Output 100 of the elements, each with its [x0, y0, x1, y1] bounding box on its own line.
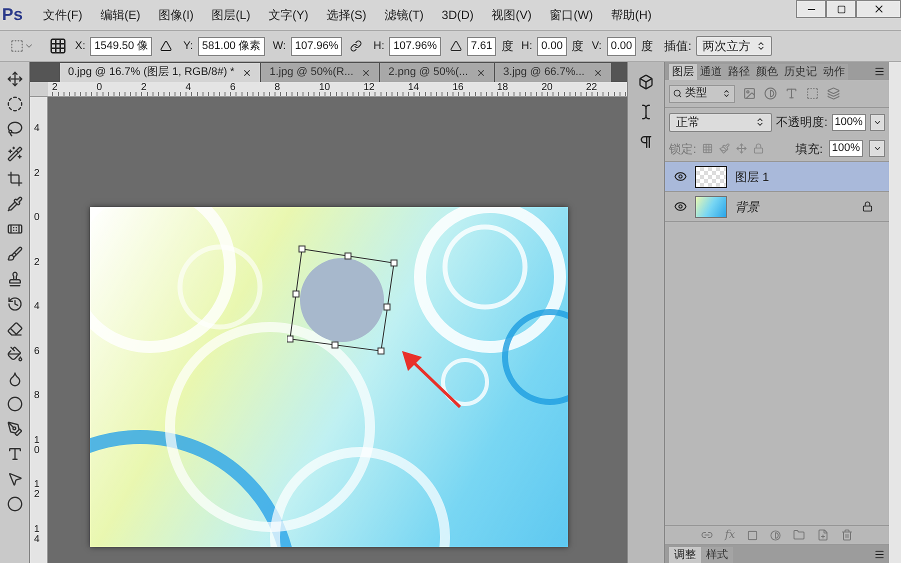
panel-tab[interactable]: 通道	[697, 64, 725, 80]
menu-item[interactable]: 选择(S)	[317, 6, 376, 24]
ruler-number: 14	[34, 524, 40, 546]
panel-tab[interactable]: 图层	[669, 64, 697, 80]
document-tab[interactable]: 0.jpg @ 16.7% (图层 1, RGB/8#) *	[60, 63, 260, 82]
ruler-number: 0	[34, 213, 40, 225]
filter-dropdown[interactable]: 类型	[669, 84, 735, 102]
layer-name: 图层 1	[735, 168, 770, 186]
ruler-number: 10	[34, 436, 40, 458]
menu-item[interactable]: 编辑(E)	[91, 6, 150, 24]
ruler-number: 2	[52, 82, 59, 95]
menu-item[interactable]: 文件(F)	[34, 6, 92, 24]
visibility-eye-icon[interactable]	[674, 170, 686, 183]
panel-tab[interactable]: 路径	[725, 64, 753, 80]
ruler-number: 4	[34, 302, 40, 314]
caret-icon	[872, 144, 882, 153]
transparent-thumbnail	[695, 166, 727, 188]
layer-row[interactable]: 图层 1	[665, 162, 889, 192]
panel-menu-icon[interactable]	[874, 66, 885, 77]
ruler-number: 16	[452, 82, 465, 95]
scrollbar[interactable]	[889, 62, 901, 563]
angle-icon	[450, 40, 462, 52]
menu-item[interactable]: 窗口(W)	[540, 6, 602, 24]
maximize-icon	[836, 4, 846, 14]
value-field[interactable]: 107.96%	[290, 36, 342, 56]
field-label: W:	[272, 38, 286, 54]
close-icon	[872, 3, 884, 15]
field-label: X:	[75, 38, 86, 54]
ruler-number: 12	[364, 82, 376, 95]
value-field[interactable]: 7.61	[466, 36, 496, 56]
ruler-number: 18	[497, 82, 510, 95]
paragraph-icon[interactable]	[638, 134, 654, 150]
menu-item[interactable]: 图像(I)	[149, 6, 203, 24]
ruler-number: 8	[274, 82, 282, 95]
value-field[interactable]: 0.00	[537, 36, 567, 56]
arrow	[400, 349, 462, 409]
ruler-number: 2	[34, 168, 40, 180]
ruler-number: 2	[34, 258, 40, 270]
value-field[interactable]: 0.00	[606, 36, 636, 56]
visibility-eye-icon[interactable]	[674, 200, 686, 213]
app-logo: Ps	[1, 4, 24, 26]
maximize-button[interactable]	[826, 0, 856, 18]
ruler-number: 4	[34, 124, 40, 136]
close-tab-icon[interactable]	[361, 68, 372, 78]
fill-dropdown-button[interactable]	[869, 140, 885, 157]
document-tab[interactable]: 1.jpg @ 50%(R...	[261, 63, 380, 82]
close-tab-icon[interactable]	[592, 68, 603, 78]
close-tab-icon[interactable]	[242, 68, 252, 78]
panel-tab[interactable]: 动作	[820, 64, 848, 80]
unit-label: 度	[572, 38, 584, 55]
unit-label: 度	[641, 38, 654, 55]
menu-item[interactable]: 视图(V)	[482, 6, 541, 24]
document-tab[interactable]: 2.png @ 50%(...	[380, 63, 494, 82]
reference-grid-icon[interactable]	[49, 37, 67, 55]
menu-item[interactable]: 帮助(H)	[602, 6, 661, 24]
search-icon	[673, 89, 682, 98]
ruler-number: 6	[34, 346, 40, 358]
close-button[interactable]	[856, 0, 901, 18]
opacity-dropdown-button[interactable]	[870, 114, 885, 130]
interpolation-label: 插值:	[664, 38, 692, 55]
menu-item[interactable]: 3D(D)	[432, 6, 483, 24]
panel-tab[interactable]: 历史记	[781, 64, 820, 80]
panel-tab[interactable]: 样式	[701, 547, 733, 563]
layer-thumbnail	[695, 196, 727, 218]
field-label: Y:	[183, 38, 194, 54]
fill-field[interactable]: 100%	[828, 140, 863, 157]
panel-tab[interactable]: 颜色	[753, 64, 781, 80]
tab-title: 1.jpg @ 50%(R...	[269, 65, 354, 80]
ruler-number: 12	[34, 480, 40, 502]
updown-caret-icon	[755, 117, 766, 127]
panel-tab[interactable]: 调整	[669, 547, 701, 563]
ruler-number: 14	[408, 82, 420, 95]
menu-item[interactable]: 滤镜(T)	[375, 6, 433, 24]
close-tab-icon[interactable]	[476, 68, 486, 78]
value-field[interactable]: 581.00 像素	[198, 36, 265, 56]
value-field[interactable]: 1549.50 像	[90, 36, 152, 56]
tab-title: 3.jpg @ 66.7%...	[503, 65, 585, 80]
panel-menu-icon[interactable]	[874, 549, 885, 560]
updown-caret-icon	[722, 89, 731, 98]
field-label: H:	[373, 38, 384, 54]
ruler-number: 6	[230, 82, 237, 95]
field-label: V:	[592, 38, 602, 54]
blend-mode-dropdown[interactable]: 正常	[669, 112, 772, 132]
opacity-label: 不透明度:	[776, 114, 828, 131]
fill-label: 填充:	[796, 140, 823, 158]
menu-item[interactable]: 文字(Y)	[259, 6, 318, 24]
interpolation-dropdown[interactable]: 两次立方	[696, 36, 772, 56]
transform-tool-icon[interactable]	[10, 39, 34, 53]
value-field[interactable]: 107.96%	[389, 36, 441, 56]
lock-label: 锁定:	[669, 140, 696, 158]
document-tab[interactable]: 3.jpg @ 66.7%...	[495, 63, 611, 82]
menu-item[interactable]: 图层(L)	[202, 6, 260, 24]
3d-box-icon[interactable]	[638, 74, 654, 90]
ruler-number: 0	[96, 82, 104, 95]
opacity-field[interactable]: 100%	[832, 114, 866, 130]
updown-caret-icon	[756, 41, 766, 51]
field-label: H:	[521, 38, 532, 54]
ruler-number: 2	[141, 82, 148, 95]
ruler-number: 4	[186, 82, 192, 95]
ruler-number: 10	[319, 82, 332, 95]
